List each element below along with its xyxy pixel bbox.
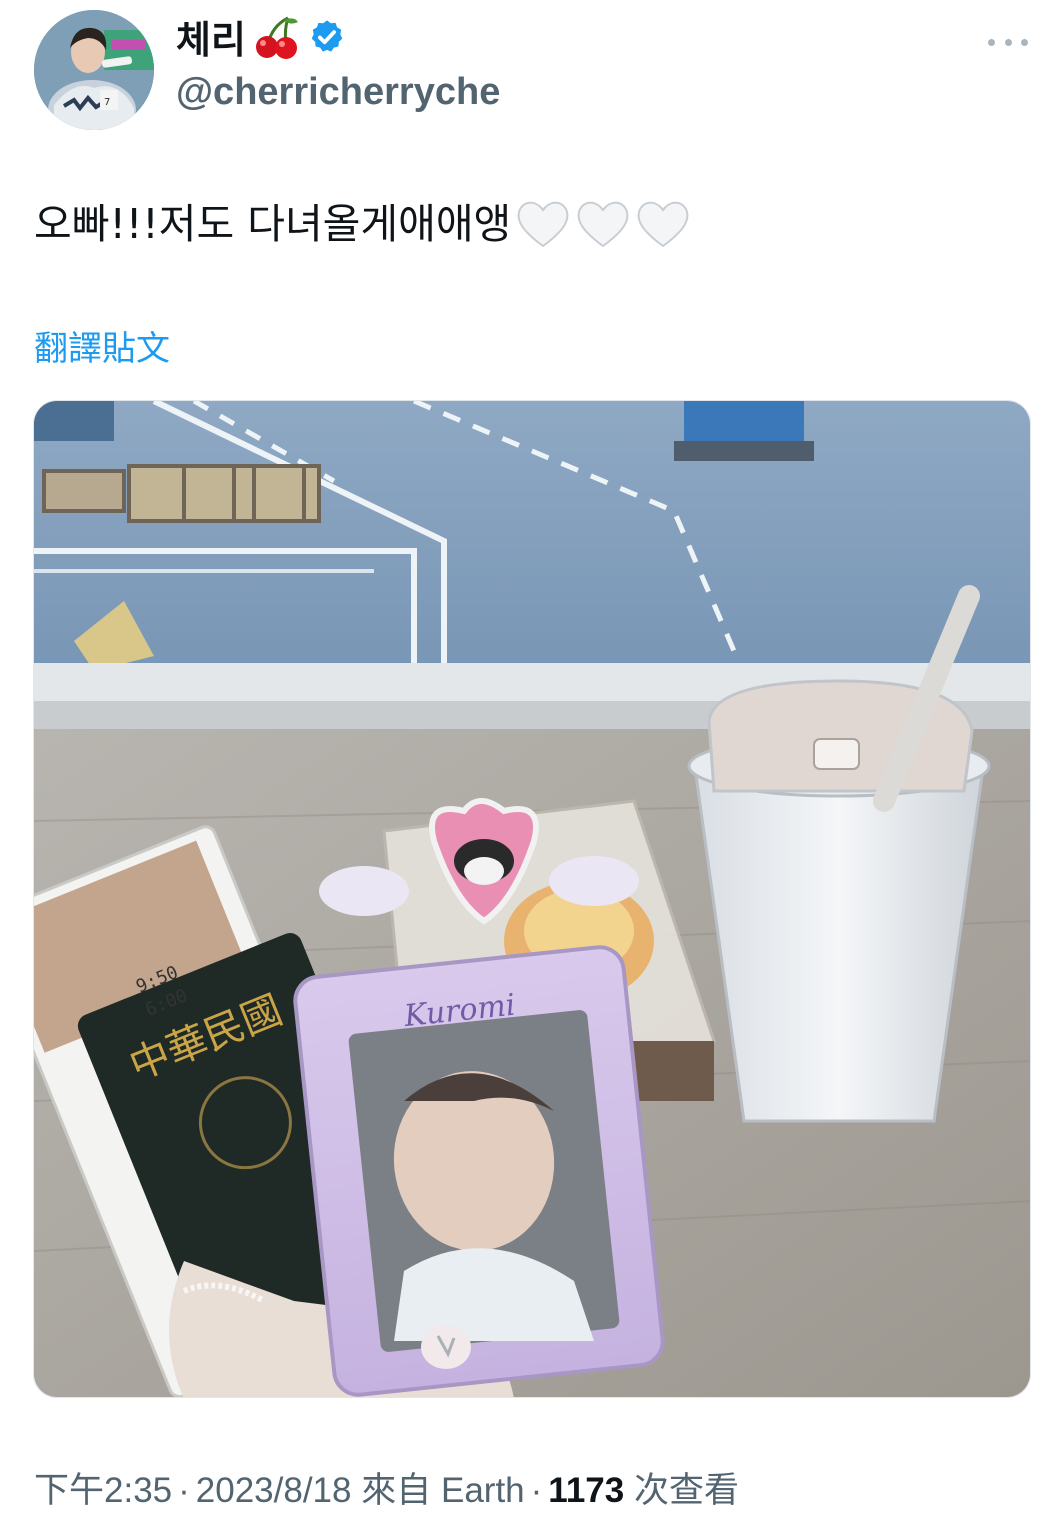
translate-post-link[interactable]: 翻譯貼文 [34, 326, 170, 372]
display-name[interactable]: 체리 [176, 16, 246, 64]
svg-text:7: 7 [104, 97, 110, 108]
author-handle[interactable]: @cherricherryche [176, 68, 500, 116]
separator: · [530, 1471, 543, 1510]
tweet-meta: 下午2:35 · 2023/8/18 來自 Earth · 1173 次查看 [34, 1466, 739, 1516]
cherry-icon [254, 14, 300, 65]
tweet-date[interactable]: 2023/8/18 [196, 1471, 352, 1510]
emoji-group [515, 198, 691, 250]
source-prefix: 來自 [361, 1471, 432, 1510]
avatar-photo: 7 [34, 10, 154, 130]
dot [1021, 38, 1028, 46]
more-horizontal-icon[interactable] [988, 30, 1028, 54]
white-heart-icon [517, 201, 569, 248]
tweet-time[interactable]: 下午2:35 [34, 1471, 172, 1510]
views-label: 次查看 [633, 1471, 739, 1510]
views-count[interactable]: 1173 [548, 1471, 624, 1510]
white-heart-icon [637, 201, 689, 248]
tweet-photo[interactable]: 中華民國 9:50 6:00 Kuromi [33, 400, 1031, 1398]
verified-badge-icon[interactable] [308, 18, 346, 61]
tweet-text-body: 오빠!!!저도 다녀올게애애앵 [34, 200, 512, 248]
separator: · [178, 1471, 190, 1510]
tweet: 7 체리 @cherricherryche 오빠!!!저도 다녀올게애애앵 翻譯… [0, 0, 1064, 1540]
tweet-text: 오빠!!!저도 다녀올게애애앵 [34, 194, 691, 254]
dot [1004, 38, 1012, 46]
white-heart-icon [577, 201, 629, 248]
tweet-source[interactable]: Earth [441, 1471, 525, 1510]
photo-image: 中華民國 9:50 6:00 Kuromi [34, 401, 1030, 1397]
avatar[interactable]: 7 [34, 10, 154, 130]
author-name-row[interactable]: 체리 [176, 14, 346, 65]
dot [988, 38, 995, 46]
